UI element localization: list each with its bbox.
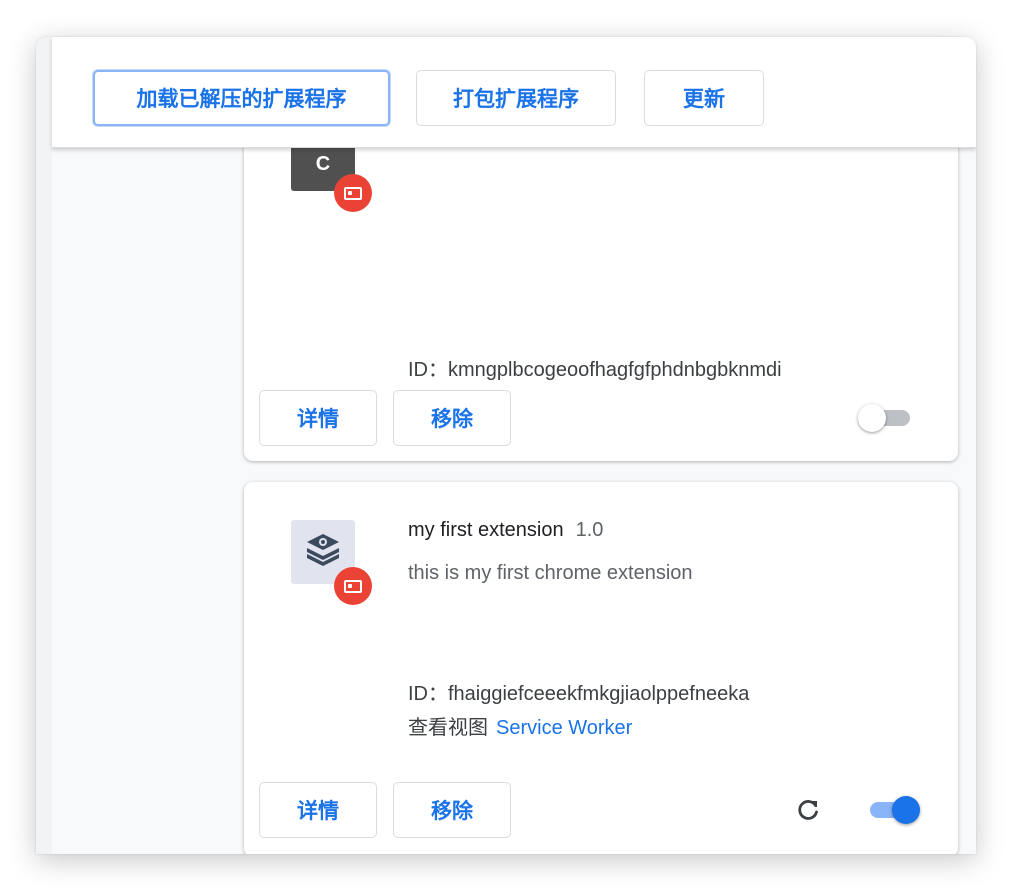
pack-extension-button[interactable]: 打包扩展程序	[416, 70, 616, 126]
extension-icon-letter: C	[315, 153, 331, 175]
id-label: ID：	[408, 683, 448, 705]
update-button[interactable]: 更新	[644, 70, 764, 126]
enable-toggle[interactable]	[864, 793, 920, 827]
extension-description: this is my first chrome extension	[408, 562, 693, 584]
extension-card: my first extension 1.0 this is my first c…	[244, 482, 958, 854]
developer-mode-badge-icon	[334, 567, 372, 605]
extension-id: ID：kmngplbcogeoofhagfgfphdnbgbknmdi	[408, 353, 782, 382]
inspect-views: 查看视图 Service Worker	[408, 711, 632, 740]
sidebar-area	[36, 37, 52, 854]
id-label: ID：	[408, 359, 448, 381]
enable-toggle[interactable]	[858, 401, 914, 435]
extension-card: C ID：kmngplbcogeoofhagfgfphdnbgbknmdi 详情…	[244, 107, 958, 461]
service-worker-link[interactable]: Service Worker	[496, 717, 632, 739]
reload-icon[interactable]	[793, 795, 823, 825]
developer-toolbar: 加载已解压的扩展程序 打包扩展程序 更新	[52, 37, 976, 148]
developer-mode-badge-icon	[334, 174, 372, 212]
load-unpacked-button[interactable]: 加载已解压的扩展程序	[93, 70, 390, 126]
details-button[interactable]: 详情	[259, 390, 377, 446]
details-button[interactable]: 详情	[259, 782, 377, 838]
id-value: fhaiggiefceeekfmkgjiaolppefneeka	[448, 683, 750, 705]
extension-name: my first extension	[408, 519, 564, 541]
extension-version: 1.0	[575, 519, 604, 541]
extension-name-row: my first extension 1.0	[408, 519, 603, 542]
extension-id: ID：fhaiggiefceeekfmkgjiaolppefneeka	[408, 677, 749, 706]
inspect-views-label: 查看视图	[408, 717, 488, 739]
remove-button[interactable]: 移除	[393, 390, 511, 446]
id-value: kmngplbcogeoofhagfgfphdnbgbknmdi	[448, 359, 782, 381]
remove-button[interactable]: 移除	[393, 782, 511, 838]
extensions-window: C ID：kmngplbcogeoofhagfgfphdnbgbknmdi 详情…	[36, 37, 976, 854]
